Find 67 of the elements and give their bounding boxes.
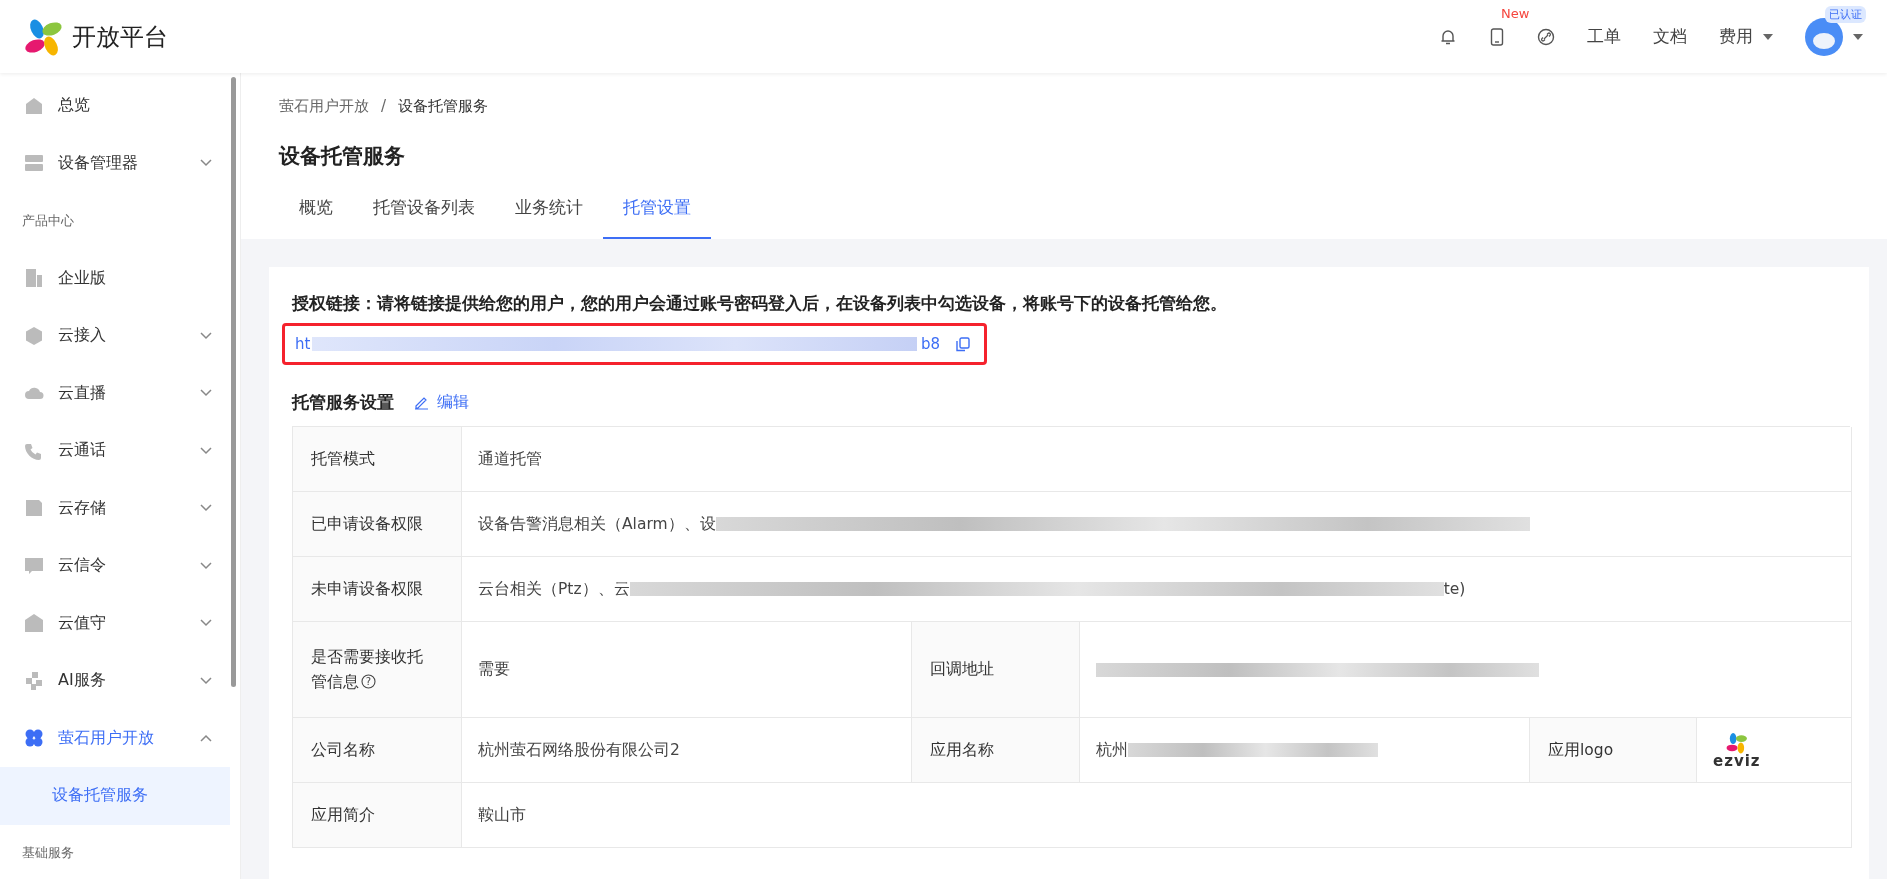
- pencil-icon: [414, 395, 429, 410]
- help-icon: ?: [361, 673, 376, 689]
- breadcrumb-item[interactable]: 萤石用户开放: [279, 97, 369, 116]
- logo-icon: [1724, 731, 1749, 754]
- value-text: 云台相关（Ptz）、云: [478, 578, 630, 600]
- value-text: 杭州萤石网络股份有限公司2: [478, 739, 680, 761]
- shield-icon: [24, 613, 44, 634]
- sidebar-item[interactable]: AI服务: [0, 652, 240, 710]
- field-label: 应用简介: [311, 804, 375, 826]
- field-label: 应用logo: [1548, 739, 1614, 761]
- value-text: 需要: [478, 659, 510, 680]
- auth-link[interactable]: ht: [295, 335, 311, 353]
- header-link[interactable]: 工单: [1587, 25, 1621, 48]
- field-label: 应用名称: [930, 739, 994, 761]
- caret-icon: [1763, 33, 1773, 40]
- fee-menu[interactable]: 费用: [1719, 25, 1773, 48]
- sidebar-subitem[interactable]: 设备托管服务: [0, 767, 230, 825]
- header-link[interactable]: 文档: [1653, 25, 1687, 48]
- auth-link-heading: 授权链接：请将链接提供给您的用户，您的用户会通过账号密码登入后，在设备列表中勾选设备，将账号下的设备托管给您。: [292, 293, 1228, 315]
- breadcrumb-separator: /: [381, 97, 387, 116]
- sidebar-item[interactable]: 总览: [0, 77, 240, 135]
- logo-text: ezviz: [1713, 753, 1761, 769]
- tab[interactable]: 业务统计: [495, 196, 603, 239]
- clover-icon: [24, 728, 44, 749]
- building-icon: [24, 268, 44, 289]
- edit-link[interactable]: 编辑: [414, 392, 469, 413]
- breadcrumb-item: 设备托管服务: [398, 97, 489, 116]
- copy-icon[interactable]: [956, 336, 970, 352]
- phone-icon[interactable]: [1489, 27, 1505, 46]
- new-label: New: [1501, 5, 1530, 21]
- caret-icon[interactable]: [1853, 33, 1863, 40]
- sidebar-item[interactable]: 设备管理器: [0, 134, 240, 192]
- section-title: 托管服务设置: [292, 391, 394, 414]
- tab[interactable]: 概览: [279, 196, 353, 239]
- value-text: 鞍山市: [478, 804, 526, 826]
- auth-link[interactable]: b8: [920, 335, 940, 353]
- page-title: 设备托管服务: [279, 143, 406, 170]
- sidebar-item[interactable]: 企业版: [0, 249, 240, 307]
- bell-icon[interactable]: [1439, 27, 1457, 46]
- value-text: te): [1443, 580, 1466, 598]
- sidebar-item[interactable]: 云值守: [0, 594, 240, 652]
- sidebar-item[interactable]: 云直播: [0, 364, 240, 422]
- sidebar-item[interactable]: 云通话: [0, 422, 240, 480]
- hexagon-icon: [24, 325, 44, 346]
- server-icon: [24, 153, 44, 174]
- field-label: 公司名称: [311, 739, 375, 761]
- field-label: 未申请设备权限: [311, 578, 423, 600]
- section-label: 产品中心: [21, 211, 75, 230]
- blocks-icon: [24, 670, 44, 691]
- field-label: 是否需要接收托管信息 ?: [311, 644, 437, 695]
- field-label: 已申请设备权限: [311, 513, 423, 535]
- sidebar-item[interactable]: 云信令: [0, 537, 240, 595]
- field-label: 回调地址: [930, 659, 994, 681]
- chat-icon: [24, 555, 44, 576]
- value-text: 设备告警消息相关（Alarm）、设: [478, 513, 716, 535]
- brand-name: 开放平台: [72, 21, 168, 53]
- link-icon[interactable]: [1537, 27, 1555, 46]
- field-label: 托管模式: [311, 448, 375, 470]
- sidebar-item[interactable]: 萤石用户开放: [0, 709, 240, 767]
- section-label: 基础服务: [21, 844, 75, 863]
- sidebar-item[interactable]: 云存储: [0, 479, 240, 537]
- value-text: 杭州: [1096, 739, 1128, 761]
- home-icon: [24, 95, 44, 116]
- tab[interactable]: 托管设备列表: [353, 196, 495, 239]
- verified-badge: 已认证: [1825, 5, 1866, 23]
- value-text: 通道托管: [478, 448, 542, 470]
- sidebar-item[interactable]: 云接入: [0, 307, 240, 365]
